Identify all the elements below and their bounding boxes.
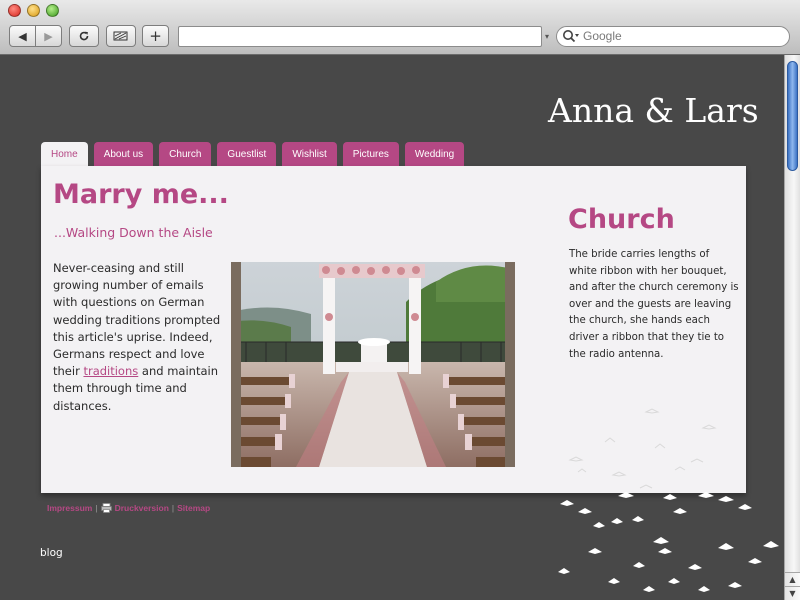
scroll-up-arrow-icon: ▲ — [789, 575, 796, 584]
traditions-link[interactable]: traditions — [83, 364, 138, 378]
plus-icon: + — [149, 27, 162, 45]
minimize-window-button[interactable] — [27, 4, 40, 17]
sidebar-text: The bride carries lengths of white ribbo… — [569, 249, 739, 360]
tab-pictures[interactable]: Pictures — [342, 142, 399, 166]
footer-separator: | — [171, 503, 175, 513]
tab-home[interactable]: Home — [41, 142, 88, 167]
reload-icon — [79, 31, 89, 41]
sidebar-heading: Church — [568, 204, 675, 235]
reload-button[interactable] — [69, 25, 99, 47]
sitemap-link[interactable]: Sitemap — [177, 503, 210, 513]
tab-church[interactable]: Church — [159, 142, 212, 166]
printer-icon — [100, 503, 112, 513]
snapback-icon — [113, 31, 128, 41]
browser-toolbar: ◀ ▶ + ▾ Google — [0, 0, 800, 55]
site-title: Anna & Lars — [548, 91, 759, 130]
zoom-window-button[interactable] — [46, 4, 59, 17]
snapback-button[interactable] — [106, 25, 136, 47]
close-window-button[interactable] — [8, 4, 21, 17]
wedding-aisle-photo — [231, 262, 515, 467]
footer-separator: | — [95, 503, 98, 513]
address-bar[interactable] — [178, 26, 542, 47]
article-text-start: Never-ceasing and still growing number o… — [53, 261, 221, 379]
page-subtitle: ...Walking Down the Aisle — [54, 225, 213, 240]
add-bookmark-button[interactable]: + — [142, 25, 169, 47]
address-dropdown-icon[interactable]: ▾ — [545, 32, 549, 41]
search-icon[interactable] — [562, 29, 580, 44]
vertical-scrollbar[interactable]: ▲ ▼ — [784, 55, 800, 600]
scroll-down-button[interactable]: ▼ — [785, 586, 800, 600]
scroll-down-arrow-icon: ▼ — [789, 589, 796, 598]
search-placeholder: Google — [583, 29, 622, 43]
forward-arrow-icon: ▶ — [44, 29, 53, 43]
footer-links: Impressum | Druckversion | Sitemap — [47, 503, 210, 513]
page-title: Marry me... — [53, 179, 229, 210]
forward-button[interactable]: ▶ — [35, 25, 62, 47]
tab-guestlist[interactable]: Guestlist — [217, 142, 277, 166]
scrollbar-thumb[interactable] — [787, 61, 798, 171]
tab-about-us[interactable]: About us — [93, 142, 154, 166]
article-text: Never-ceasing and still growing number o… — [53, 260, 223, 415]
back-button[interactable]: ◀ — [9, 25, 36, 47]
scroll-up-button[interactable]: ▲ — [785, 572, 800, 586]
content-panel: Marry me... ...Walking Down the Aisle Ne… — [41, 166, 746, 493]
main-navigation: Home About us Church Guestlist Wishlist … — [41, 142, 465, 167]
tab-wedding[interactable]: Wedding — [404, 142, 465, 166]
druckversion-link[interactable]: Druckversion — [115, 503, 169, 513]
window-controls — [8, 4, 59, 17]
blog-link[interactable]: blog — [40, 547, 63, 559]
back-arrow-icon: ◀ — [18, 29, 27, 43]
impressum-link[interactable]: Impressum — [47, 503, 92, 513]
tab-wishlist[interactable]: Wishlist — [282, 142, 337, 166]
